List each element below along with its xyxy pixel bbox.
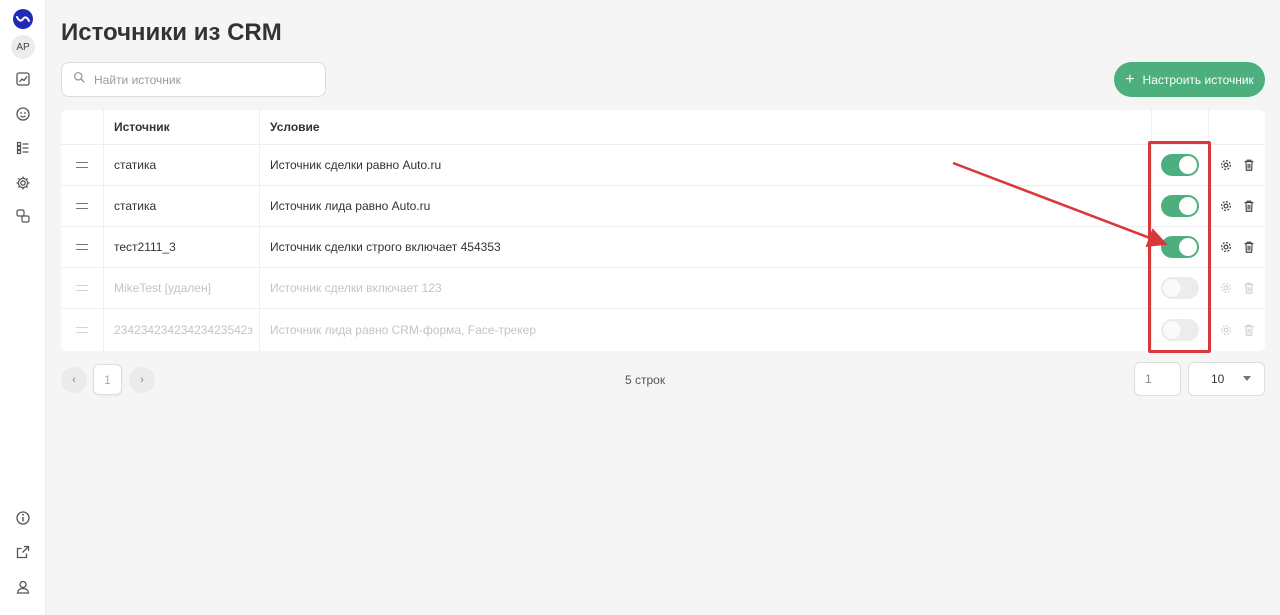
table-row: статика Источник сделки равно Auto.ru <box>61 145 1265 186</box>
plus-icon: + <box>1125 70 1135 88</box>
gear-icon[interactable] <box>1218 199 1233 214</box>
integrations-icon[interactable] <box>11 204 35 228</box>
gear-icon[interactable] <box>1218 240 1233 255</box>
prev-page-button[interactable]: ‹ <box>61 367 87 393</box>
table-row: 23423423423423423542з Источник лида равн… <box>61 309 1265 351</box>
external-link-icon[interactable] <box>11 540 35 564</box>
column-header-condition[interactable]: Условие <box>260 110 1152 144</box>
configure-source-button[interactable]: + Настроить источник <box>1114 62 1265 97</box>
rows-count: 5 строк <box>625 373 666 387</box>
trash-icon[interactable] <box>1241 281 1256 296</box>
next-page-button[interactable]: › <box>129 367 155 393</box>
current-page-button[interactable]: 1 <box>93 364 122 395</box>
user-icon[interactable] <box>11 575 35 599</box>
table-row: тест2111_3 Источник сделки строго включа… <box>61 227 1265 268</box>
logo-icon[interactable] <box>13 9 33 29</box>
trash-icon[interactable] <box>1241 158 1256 173</box>
enable-toggle[interactable] <box>1161 319 1199 341</box>
source-cell: статика <box>104 145 260 185</box>
enable-toggle[interactable] <box>1161 195 1199 217</box>
emoji-icon[interactable] <box>11 102 35 126</box>
enable-toggle[interactable] <box>1161 236 1199 258</box>
condition-cell: Источник сделки включает 123 <box>260 268 1152 308</box>
drag-handle-icon[interactable] <box>76 203 88 209</box>
trash-icon[interactable] <box>1241 323 1256 338</box>
gear-icon[interactable] <box>1218 323 1233 338</box>
source-cell: тест2111_3 <box>104 227 260 267</box>
drag-handle-icon[interactable] <box>76 327 88 333</box>
sources-table: Источник Условие статика Источник сделки… <box>61 110 1265 351</box>
gear-icon[interactable] <box>11 171 35 195</box>
sidebar: AP <box>0 0 46 615</box>
chevron-down-icon <box>1243 376 1251 381</box>
condition-cell: Источник лида равно Auto.ru <box>260 186 1152 226</box>
analytics-icon[interactable] <box>11 67 35 91</box>
search-box[interactable] <box>61 62 326 97</box>
source-cell: статика <box>104 186 260 226</box>
enable-toggle[interactable] <box>1161 154 1199 176</box>
table-header: Источник Условие <box>61 110 1265 145</box>
rows-per-page-select[interactable]: 10 <box>1188 362 1265 396</box>
column-header-source[interactable]: Источник <box>104 110 260 144</box>
list-icon[interactable] <box>11 136 35 160</box>
drag-handle-icon[interactable] <box>76 285 88 291</box>
search-icon <box>73 71 86 89</box>
configure-source-label: Настроить источник <box>1142 72 1254 87</box>
drag-handle-icon[interactable] <box>76 162 88 168</box>
trash-icon[interactable] <box>1241 199 1256 214</box>
table-row: MikeTest [удален] Источник сделки включа… <box>61 268 1265 309</box>
search-input[interactable] <box>94 72 314 87</box>
condition-cell: Источник сделки строго включает 454353 <box>260 227 1152 267</box>
enable-toggle[interactable] <box>1161 277 1199 299</box>
gear-icon[interactable] <box>1218 158 1233 173</box>
info-icon[interactable] <box>11 506 35 530</box>
condition-cell: Источник лида равно CRM-форма, Face-трек… <box>260 309 1152 351</box>
page-title: Источники из CRM <box>61 19 282 46</box>
table-row: статика Источник лида равно Auto.ru <box>61 186 1265 227</box>
source-cell: MikeTest [удален] <box>104 268 260 308</box>
page-number-input[interactable]: 1 <box>1134 362 1181 396</box>
drag-handle-icon[interactable] <box>76 244 88 250</box>
trash-icon[interactable] <box>1241 240 1256 255</box>
source-cell: 23423423423423423542з <box>104 309 260 351</box>
rows-per-page-value: 10 <box>1211 372 1225 386</box>
condition-cell: Источник сделки равно Auto.ru <box>260 145 1152 185</box>
avatar[interactable]: AP <box>11 35 35 59</box>
gear-icon[interactable] <box>1218 281 1233 296</box>
